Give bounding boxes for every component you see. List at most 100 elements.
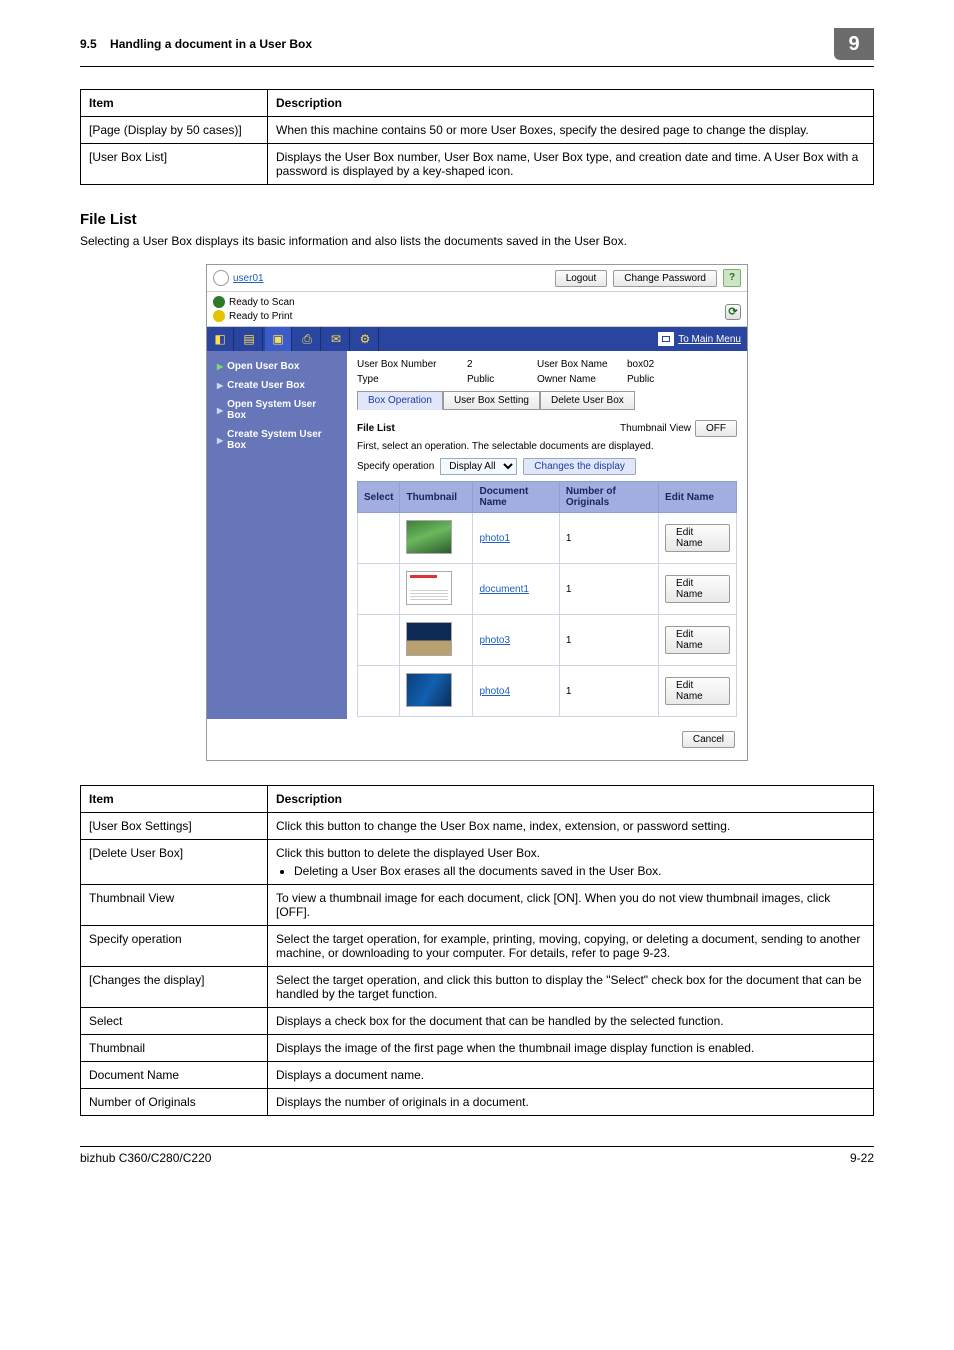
sidebar: ▶Open User Box ▶Create User Box ▶Open Sy… [207, 351, 347, 719]
table-row: [User Box Settings] Click this button to… [81, 813, 874, 840]
table-row: Thumbnail View To view a thumbnail image… [81, 885, 874, 926]
col-thumbnail: Thumbnail [400, 482, 473, 513]
user-link[interactable]: user01 [233, 273, 264, 284]
col-item: Item [81, 90, 268, 117]
thumbnail-image [406, 673, 452, 707]
instruction-text: First, select an operation. The selectab… [357, 441, 737, 452]
table-row: Specify operation Select the target oper… [81, 926, 874, 967]
table-row: [User Box List] Displays the User Box nu… [81, 144, 874, 185]
main-menu-icon [658, 332, 674, 346]
doc-edit-cell: Edit Name [659, 513, 737, 564]
refresh-icon[interactable]: ⟳ [725, 304, 741, 320]
tab-icon-print[interactable]: ⎙ [294, 327, 321, 351]
doc-select-cell [358, 615, 400, 666]
tab-box-operation[interactable]: Box Operation [357, 391, 443, 410]
table-file-list-items: Item Description [User Box Settings] Cli… [80, 785, 874, 1116]
document-row: photo4 1Edit Name [358, 666, 737, 717]
file-list-label: File List [357, 423, 395, 434]
doc-thumbnail-cell [400, 666, 473, 717]
col-desc: Description [268, 90, 874, 117]
logout-button[interactable]: Logout [555, 270, 608, 287]
tab-delete-user-box[interactable]: Delete User Box [540, 391, 635, 410]
col-select: Select [358, 482, 400, 513]
thumbnail-view-toggle[interactable]: OFF [695, 420, 737, 437]
printer-status-icon [213, 310, 225, 322]
owner-name-label: Owner Name [537, 374, 627, 385]
tab-icon-5[interactable]: ✉ [323, 327, 350, 351]
box-number-label: User Box Number [357, 359, 467, 370]
table-row: Thumbnail Displays the image of the firs… [81, 1035, 874, 1062]
col-edit-name: Edit Name [659, 482, 737, 513]
box-name-label: User Box Name [537, 359, 627, 370]
table-row: Document Name Displays a document name. [81, 1062, 874, 1089]
footer-page: 9-22 [850, 1151, 874, 1165]
section-heading: 9.5 Handling a document in a User Box [80, 37, 312, 51]
document-row: document1 1Edit Name [358, 564, 737, 615]
file-list-lead: Selecting a User Box displays its basic … [80, 234, 874, 248]
box-name-value: box02 [627, 359, 707, 370]
tab-icon-1[interactable]: ◧ [207, 327, 234, 351]
help-icon[interactable]: ? [723, 269, 741, 287]
type-label: Type [357, 374, 467, 385]
table-row: [Changes the display] Select the target … [81, 967, 874, 1008]
change-password-button[interactable]: Change Password [613, 270, 717, 287]
sidebar-item-create-user-box[interactable]: ▶Create User Box [207, 376, 347, 395]
doc-name-cell: photo3 [473, 615, 559, 666]
document-link[interactable]: photo3 [479, 635, 510, 646]
changes-the-display-button[interactable]: Changes the display [523, 458, 636, 475]
sidebar-item-create-system-user-box[interactable]: ▶Create System User Box [207, 425, 347, 455]
box-number-value: 2 [467, 359, 537, 370]
owner-name-value: Public [627, 374, 707, 385]
doc-select-cell [358, 666, 400, 717]
tab-icon-6[interactable]: ⚙ [352, 327, 379, 351]
table-row: [Delete User Box] Click this button to d… [81, 840, 874, 885]
doc-thumbnail-cell [400, 615, 473, 666]
col-item: Item [81, 786, 268, 813]
doc-thumbnail-cell [400, 513, 473, 564]
tab-user-box-setting[interactable]: User Box Setting [443, 391, 540, 410]
doc-select-cell [358, 513, 400, 564]
col-number-originals: Number of Originals [559, 482, 658, 513]
cancel-button[interactable]: Cancel [682, 731, 735, 748]
tab-icon-2[interactable]: ▤ [236, 327, 263, 351]
doc-num-cell: 1 [559, 513, 658, 564]
thumbnail-image [406, 622, 452, 656]
thumbnail-image [406, 520, 452, 554]
specify-operation-select[interactable]: Display All [440, 458, 517, 475]
edit-name-button[interactable]: Edit Name [665, 677, 730, 705]
sidebar-item-open-user-box[interactable]: ▶Open User Box [207, 357, 347, 376]
tab-icon-box[interactable]: ▣ [265, 327, 292, 351]
to-main-menu-link[interactable]: To Main Menu [658, 332, 741, 346]
web-connection-screenshot: user01 Logout Change Password ? Ready to… [206, 264, 748, 761]
doc-name-cell: photo4 [473, 666, 559, 717]
specify-operation-label: Specify operation [357, 461, 434, 472]
table-row: Select Displays a check box for the docu… [81, 1008, 874, 1035]
doc-edit-cell: Edit Name [659, 666, 737, 717]
chapter-number: 9 [834, 28, 874, 60]
status-ready-print: Ready to Print [229, 311, 292, 322]
doc-num-cell: 1 [559, 615, 658, 666]
type-value: Public [467, 374, 537, 385]
sidebar-item-open-system-user-box[interactable]: ▶Open System User Box [207, 395, 347, 425]
doc-edit-cell: Edit Name [659, 564, 737, 615]
document-link[interactable]: photo4 [479, 686, 510, 697]
footer-model: bizhub C360/C280/C220 [80, 1151, 211, 1165]
doc-num-cell: 1 [559, 564, 658, 615]
doc-thumbnail-cell [400, 564, 473, 615]
document-link[interactable]: document1 [479, 584, 528, 595]
doc-num-cell: 1 [559, 666, 658, 717]
table-page-userboxlist: Item Description [Page (Display by 50 ca… [80, 89, 874, 185]
doc-select-cell [358, 564, 400, 615]
document-link[interactable]: photo1 [479, 533, 510, 544]
edit-name-button[interactable]: Edit Name [665, 575, 730, 603]
user-icon [213, 270, 229, 286]
edit-name-button[interactable]: Edit Name [665, 524, 730, 552]
edit-name-button[interactable]: Edit Name [665, 626, 730, 654]
col-desc: Description [268, 786, 874, 813]
col-document-name: Document Name [473, 482, 559, 513]
thumbnail-image [406, 571, 452, 605]
doc-name-cell: document1 [473, 564, 559, 615]
file-list-heading: File List [80, 211, 874, 228]
thumbnail-view-label: Thumbnail View [620, 423, 691, 434]
table-row: [Page (Display by 50 cases)] When this m… [81, 117, 874, 144]
